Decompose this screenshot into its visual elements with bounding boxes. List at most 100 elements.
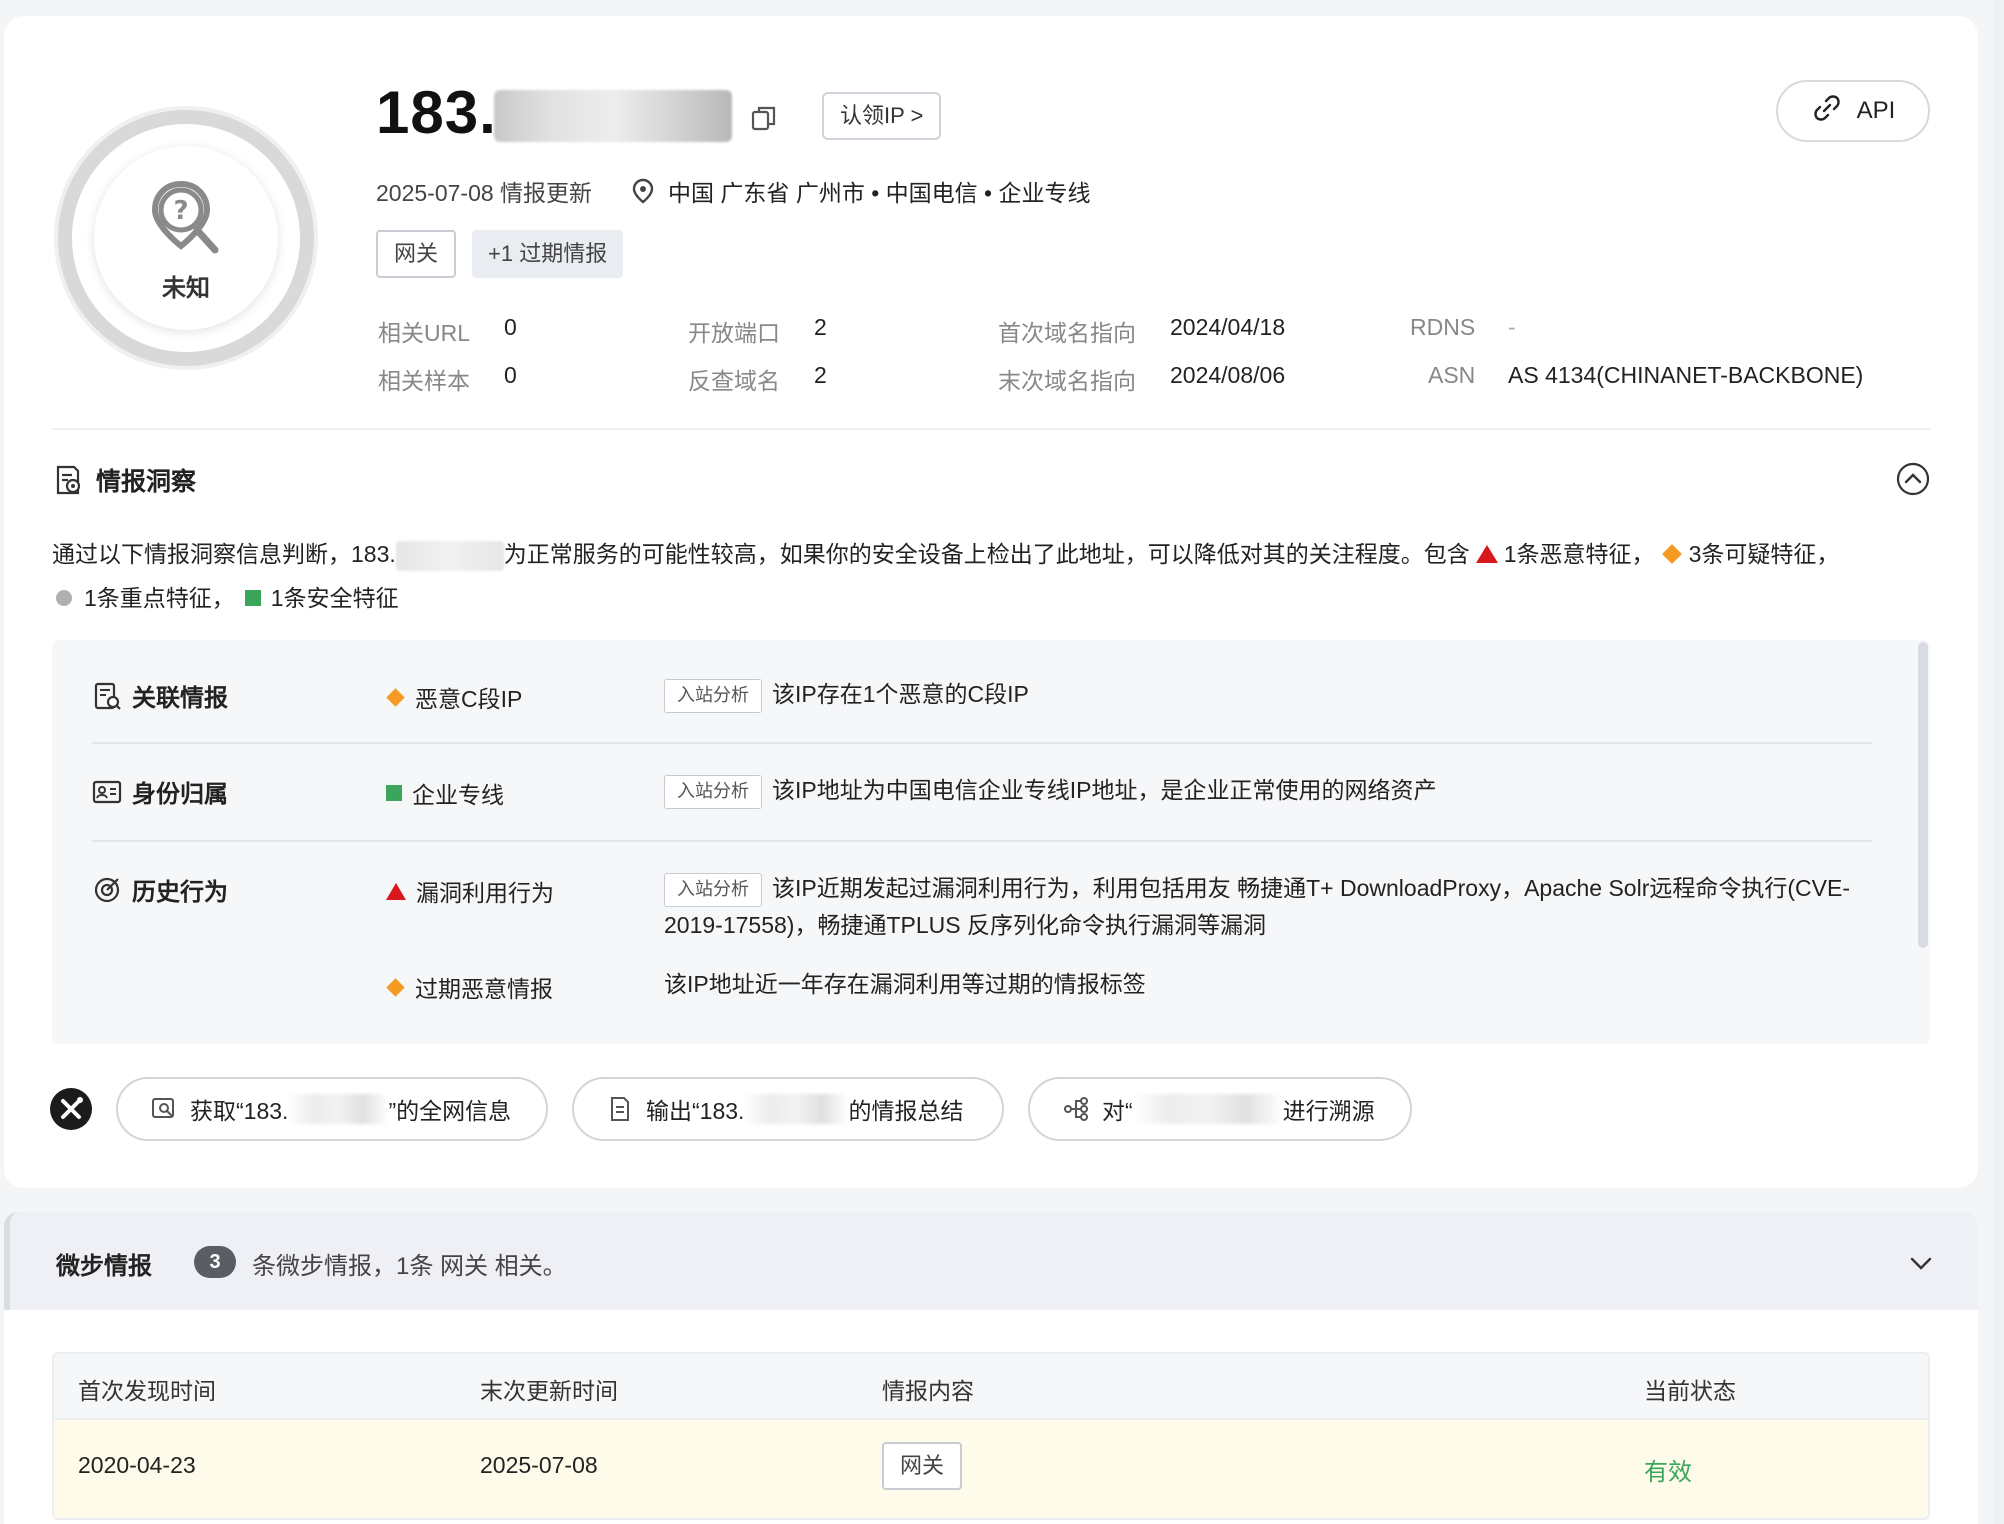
summary-safe-count: 1条安全特征	[270, 585, 399, 611]
tag-gateway[interactable]: 网关	[376, 230, 457, 278]
row-divider	[92, 742, 1872, 744]
stat-label-rdns: RDNS	[1410, 314, 1476, 340]
update-date: 2025-07-08 情报更新	[376, 180, 593, 206]
insight-detail-panel[interactable]: 关联情报 恶意C段IP 入站分析 该IP存在1个恶意的C段IP 身份归属 企业专线…	[52, 640, 1930, 1044]
trace-source-button[interactable]: 对“ 进行溯源	[1028, 1077, 1412, 1141]
stat-value-open-ports[interactable]: 2	[814, 314, 827, 341]
suspicious-diamond-icon	[386, 977, 405, 997]
stat-label-first-domain: 首次域名指向	[998, 320, 1136, 346]
table-row[interactable]: 2020-04-23 2025-07-08 网关 有效	[54, 1420, 1928, 1518]
summary-key-count: 1条重点特征，	[84, 585, 235, 611]
category-related-intel: 关联情报	[92, 678, 228, 713]
ip-mask	[744, 1094, 849, 1124]
stat-value-rdns: -	[1508, 314, 1516, 340]
action-prefix: 输出“183.	[646, 1098, 745, 1124]
step-intel-count-badge: 3	[194, 1246, 236, 1278]
feature-enterprise-line: 企业专线	[386, 776, 504, 810]
stat-value-last-domain: 2024/08/06	[1170, 362, 1286, 388]
link-icon	[1811, 92, 1843, 131]
feature-label: 过期恶意情报	[415, 976, 553, 1002]
api-button-label: API	[1856, 97, 1896, 124]
output-summary-button[interactable]: 输出“183. 的情报总结	[572, 1077, 1004, 1141]
summary-malicious-count: 1条恶意特征，	[1503, 541, 1655, 567]
step-intel-header[interactable]: 微步情报 3 条微步情报，1条 网关 相关。	[4, 1212, 1978, 1310]
insight-summary: 通过以下情报洞察信息判断，183. 为正常服务的可能性较高，如果你的安全设备上检出…	[52, 532, 1932, 620]
stat-label-asn: ASN	[1428, 362, 1476, 388]
safe-square-icon	[386, 785, 402, 801]
svg-text:?: ?	[173, 196, 188, 226]
description-text: 该IP近期发起过漏洞利用行为，利用包括用友 畅捷通T+ DownloadProx…	[664, 875, 1850, 938]
claim-ip-button[interactable]: 认领IP >	[822, 92, 942, 140]
suspicious-diamond-icon	[1661, 544, 1682, 564]
get-web-info-button[interactable]: 获取“183. ”的全网信息	[116, 1077, 548, 1141]
summary-suspicious-count: 3条可疑特征，	[1688, 541, 1840, 567]
api-button[interactable]: API	[1776, 80, 1930, 142]
assistant-logo-icon[interactable]	[50, 1088, 92, 1130]
ip-mask	[288, 1094, 389, 1124]
feature-description: 入站分析 该IP地址为中国电信企业专线IP地址，是企业正常使用的网络资产	[664, 772, 1904, 809]
ip-redaction-mask	[494, 90, 732, 142]
description-text: 该IP地址为中国电信企业专线IP地址，是企业正常使用的网络资产	[772, 777, 1437, 803]
unknown-search-icon: ?	[141, 174, 231, 264]
stat-value-reverse-domains[interactable]: 2	[814, 362, 827, 389]
cell-last-update: 2025-07-08	[480, 1452, 598, 1478]
stat-label-related-url: 相关URL	[378, 320, 471, 346]
risk-level-label: 未知	[162, 274, 210, 302]
ip-mask	[1132, 1094, 1283, 1124]
action-suffix: ”的全网信息	[388, 1098, 512, 1124]
feature-expired-malicious-intel: 过期恶意情报	[386, 970, 553, 1004]
tag-list: 网关 +1 过期情报	[376, 230, 624, 278]
row-divider	[92, 840, 1872, 842]
action-prefix: 对“	[1102, 1098, 1133, 1124]
copy-icon[interactable]	[750, 104, 778, 132]
key-dot-icon	[56, 589, 72, 606]
inbound-analysis-button[interactable]: 入站分析	[664, 678, 762, 713]
cell-content-tag[interactable]: 网关	[882, 1442, 963, 1490]
description-text: 该IP地址近一年存在漏洞利用等过期的情报标签	[664, 971, 1146, 997]
column-first-seen: 首次发现时间	[78, 1378, 216, 1404]
stat-label-open-ports: 开放端口	[688, 320, 780, 346]
safe-square-icon	[244, 589, 261, 606]
stat-value-related-sample[interactable]: 0	[504, 362, 517, 389]
ip-address-title: 183.	[376, 79, 497, 146]
page-scrollbar[interactable]	[1994, 0, 2004, 1524]
summary-ip-mask	[395, 540, 504, 571]
panel-scrollbar[interactable]	[1918, 642, 1928, 948]
stat-label-last-domain: 末次域名指向	[998, 368, 1136, 394]
inbound-analysis-button[interactable]: 入站分析	[664, 872, 762, 907]
step-intel-table: 首次发现时间 末次更新时间 情报内容 当前状态 2020-04-23 2025-…	[52, 1352, 1930, 1520]
category-label: 历史行为	[132, 879, 228, 906]
stat-value-first-domain: 2024/04/18	[1170, 314, 1286, 340]
feature-label: 漏洞利用行为	[416, 880, 554, 906]
location-info: 中国 广东省 广州市 • 中国电信 • 企业专线	[632, 174, 1091, 208]
category-history: 历史行为	[92, 872, 228, 907]
feature-description: 入站分析 该IP近期发起过漏洞利用行为，利用包括用友 畅捷通T+ Download…	[664, 870, 1904, 943]
malicious-triangle-icon	[386, 882, 406, 900]
document-icon	[611, 1097, 629, 1121]
summary-text-part1: 通过以下情报洞察信息判断，183.	[52, 541, 396, 567]
risk-level-inner: ? 未知	[94, 146, 278, 330]
collapse-up-icon[interactable]	[1896, 462, 1930, 496]
trace-tree-icon	[1064, 1097, 1088, 1121]
stat-label-related-sample: 相关样本	[378, 368, 470, 394]
id-card-icon	[92, 780, 122, 803]
stat-value-asn[interactable]: AS 4134(CHINANET-BACKBONE)	[1508, 362, 1863, 389]
search-report-icon	[152, 1098, 174, 1118]
column-status: 当前状态	[1644, 1378, 1736, 1404]
inbound-analysis-button[interactable]: 入站分析	[664, 774, 762, 809]
action-suffix: 的情报总结	[848, 1098, 964, 1124]
feature-malicious-c-segment: 恶意C段IP	[386, 680, 522, 714]
suspicious-diamond-icon	[386, 687, 405, 707]
stat-value-related-url[interactable]: 0	[504, 314, 517, 341]
update-info-line: 2025-07-08 情报更新 中国 广东省 广州市 • 中国电信 • 企业专线	[376, 174, 1091, 208]
chevron-down-icon[interactable]	[1906, 1248, 1936, 1278]
step-intel-title: 微步情报	[56, 1253, 152, 1280]
malicious-triangle-icon	[1475, 544, 1498, 563]
tag-expired-intel[interactable]: +1 过期情报	[472, 230, 624, 278]
header-divider	[52, 428, 1930, 430]
feature-exploit-behavior: 漏洞利用行为	[386, 874, 554, 908]
category-label: 身份归属	[132, 781, 228, 808]
history-target-icon	[94, 877, 120, 902]
description-text: 该IP存在1个恶意的C段IP	[772, 681, 1029, 707]
table-header: 首次发现时间 末次更新时间 情报内容 当前状态	[54, 1354, 1928, 1420]
